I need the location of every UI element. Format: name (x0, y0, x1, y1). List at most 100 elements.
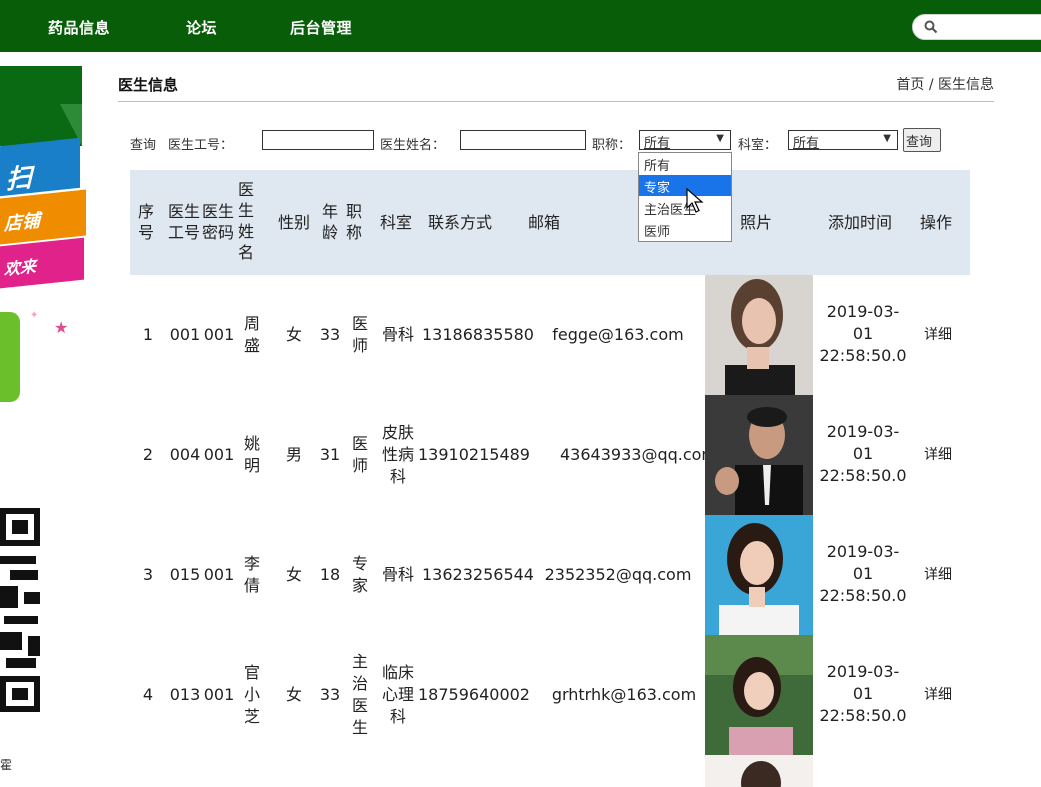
cell-no: 2 (142, 445, 154, 464)
header-dept: 科室 (379, 213, 412, 232)
cell-password: 001 (203, 445, 235, 464)
top-nav: 药品信息 论坛 后台管理 (0, 0, 1041, 52)
detail-link[interactable]: 详细 (920, 564, 956, 586)
cell-age: 18 (319, 565, 341, 584)
cell-added-time: 2019-03-01 22:58:50.0 (819, 542, 907, 605)
cell-password: 001 (203, 325, 235, 344)
cell-title: 专家 (351, 554, 368, 595)
cell-no: 4 (142, 685, 154, 704)
dept-select[interactable]: 所有 ▼ (788, 130, 898, 151)
cell-title: 医师 (351, 314, 368, 355)
cell-doctor-id: 013 (169, 685, 201, 704)
mouse-cursor-icon (686, 188, 704, 213)
doctor-id-input[interactable] (262, 130, 374, 150)
detail-link[interactable]: 详细 (920, 684, 956, 706)
photo-image (705, 275, 813, 395)
header-no: 序号 (137, 202, 154, 242)
photo-image (705, 395, 813, 515)
cell-email: fegge@163.com (552, 325, 684, 344)
cell-doctor-id: 001 (169, 325, 201, 344)
nav-item-forum[interactable]: 论坛 (186, 17, 217, 38)
cell-phone: 13186835580 (422, 325, 534, 344)
title-option-physician[interactable]: 医师 (639, 219, 731, 240)
header-action: 操作 (919, 213, 952, 232)
table-row: 3 015 001 李倩 女 18 专家 骨科 13623256544 2352… (130, 515, 970, 635)
chevron-down-icon: ▼ (883, 133, 891, 144)
header-name: 医生姓名 (237, 180, 254, 262)
promo-orange-text: 店铺 (4, 210, 40, 236)
doctor-name-input[interactable] (460, 130, 586, 150)
doctor-name-label: 医生姓名： (380, 138, 446, 153)
search-button[interactable]: 查询 (903, 128, 941, 152)
cell-sex: 男 (285, 445, 302, 464)
cell-name: 官小芝 (243, 663, 260, 726)
doctor-photo (705, 755, 813, 787)
title-dropdown-list[interactable]: 所有 专家 主治医生 医师 (638, 152, 732, 242)
promo-bag-icon (0, 312, 20, 402)
search-input[interactable] (912, 14, 1041, 40)
cell-age: 31 (319, 445, 341, 464)
header-title: 职称 (345, 202, 362, 242)
breadcrumb[interactable]: 首页 / 医生信息 (896, 74, 994, 94)
title-select[interactable]: 所有 ▼ (639, 130, 731, 151)
cell-phone: 13623256544 (422, 565, 534, 584)
cell-title: 医师 (351, 434, 368, 475)
cell-email: grhtrhk@163.com (551, 685, 697, 704)
cell-email: 43643933@qq.com (560, 445, 718, 464)
promo-orange-ribbon: 店铺 (0, 189, 86, 245)
table-row: 2 004 001 姚明 男 31 医师 皮肤性病科 13910215489 4… (130, 395, 970, 515)
cell-email: 2352352@qq.com (544, 565, 692, 584)
title-select-value: 所有 (644, 136, 671, 151)
title-option-all[interactable]: 所有 (639, 153, 731, 174)
table-row: 4 013 001 官小芝 女 33 主治医生 临床心理科 1875964000… (130, 635, 970, 755)
cell-password: 001 (203, 685, 235, 704)
title-option-attending[interactable]: 主治医生 (639, 197, 731, 218)
doctor-id-label: 医生工号： (168, 138, 234, 153)
promo-pink-text: 欢来 (4, 256, 37, 279)
nav-item-medicine-info[interactable]: 药品信息 (48, 17, 110, 38)
header-password: 医生密码 (201, 202, 234, 242)
nav-item-admin[interactable]: 后台管理 (290, 17, 352, 38)
header-age: 年龄 (321, 202, 338, 242)
cell-dept: 皮肤性病科 (381, 423, 414, 486)
cell-password: 001 (203, 565, 235, 584)
title-label: 职称： (592, 138, 632, 153)
main-content: 医生信息 首页 / 医生信息 查询 医生工号： 医生姓名： 职称： 所有 ▼ 科… (118, 60, 998, 787)
promo-blue-text: 扫 (6, 162, 33, 196)
cell-phone: 18759640002 (418, 685, 530, 704)
dept-label: 科室： (738, 138, 778, 153)
header-added-time: 添加时间 (827, 213, 892, 232)
doctor-photo (705, 635, 813, 755)
promo-banner[interactable]: 扫 店铺 欢来 ★ ✦ 霍 (0, 52, 112, 787)
header-photo: 照片 (739, 213, 772, 232)
promo-blue-ribbon: 扫 (0, 137, 80, 197)
cell-dept: 骨科 (381, 565, 414, 584)
table-row-partial (130, 755, 970, 787)
detail-link[interactable]: 详细 (920, 444, 956, 466)
query-label: 查询 (130, 138, 157, 153)
header-email: 邮箱 (527, 213, 560, 232)
cell-sex: 女 (285, 685, 302, 704)
dept-select-value: 所有 (793, 136, 820, 151)
cell-name: 周盛 (243, 314, 260, 355)
table-header: 序号 医生工号 医生密码 医生姓名 性别 年龄 职称 科室 联系方式 邮箱 照片… (130, 170, 970, 275)
table-row: 1 001 001 周盛 女 33 医师 骨科 13186835580 fegg… (130, 275, 970, 395)
detail-link[interactable]: 详细 (920, 324, 956, 346)
sparkle-icon: ✦ (30, 310, 39, 321)
doctor-photo (705, 395, 813, 515)
promo-pink-ribbon: 欢来 (0, 237, 84, 289)
page-title: 医生信息 (118, 76, 179, 94)
cell-added-time: 2019-03-01 22:58:50.0 (819, 302, 907, 365)
sparkle-icon: ★ (54, 318, 69, 337)
search-icon[interactable] (923, 19, 939, 35)
cell-added-time: 2019-03-01 22:58:50.0 (819, 662, 907, 725)
title-divider (118, 101, 994, 102)
title-option-expert[interactable]: 专家 (639, 175, 731, 196)
cell-sex: 女 (285, 565, 302, 584)
cell-no: 1 (142, 325, 154, 344)
cell-sex: 女 (285, 325, 302, 344)
header-sex: 性别 (277, 213, 310, 232)
cell-dept: 骨科 (381, 325, 414, 344)
qr-code-icon (0, 508, 42, 714)
cell-age: 33 (319, 685, 341, 704)
